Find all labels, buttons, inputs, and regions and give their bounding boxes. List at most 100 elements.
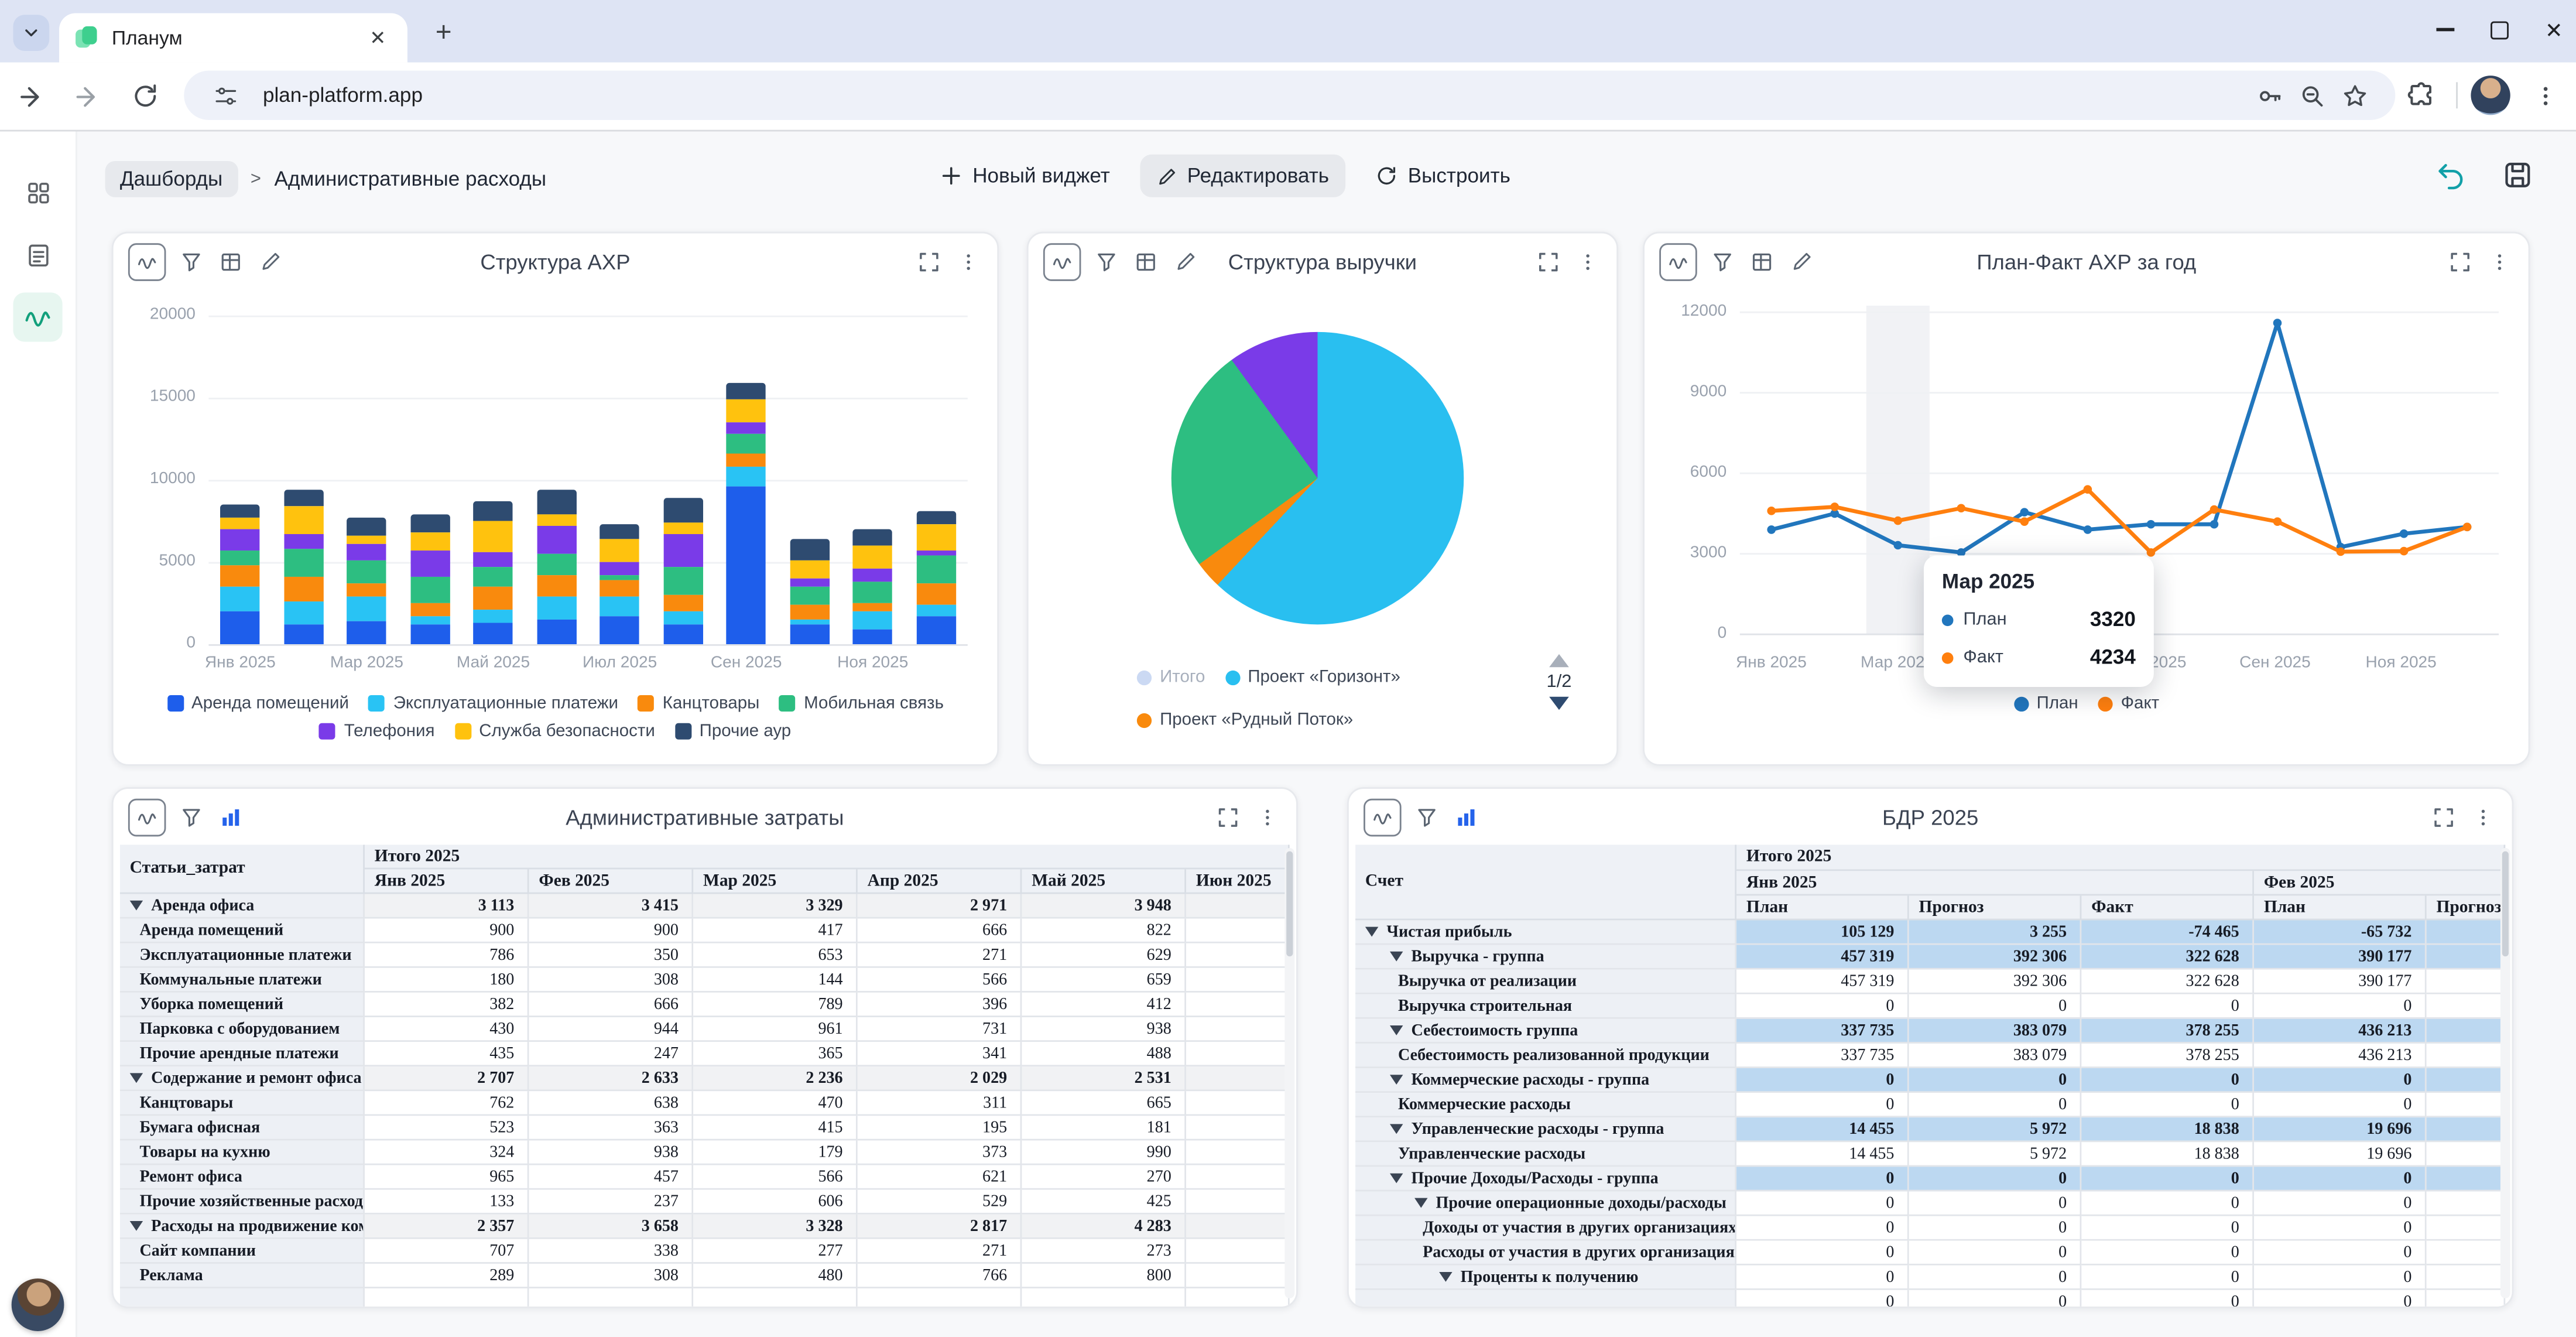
stacked-bar-chart[interactable]: 05000100001500020000Янв 2025Мар 2025Май … [123,299,984,681]
legend-item[interactable]: Проект «Горизонт» [1225,667,1400,687]
legend-item[interactable]: Мобильная связь [779,693,944,713]
legend-item[interactable]: Канцтовары [638,693,760,713]
browser-menu-icon[interactable] [2523,74,2566,117]
collapse-arrow-icon[interactable] [130,1221,143,1231]
browser-tab[interactable]: Планум ✕ [59,13,407,62]
filter-icon[interactable] [1708,247,1736,275]
table-row[interactable]: Себестоимость группа337 735383 079378 25… [1355,1019,2505,1044]
widget-menu-icon[interactable] [1574,247,1602,275]
table-row[interactable]: Прочие Доходы/Расходы - группа0000 [1355,1167,2505,1191]
header-month[interactable]: Апр 2025 [858,869,1022,894]
undo-button[interactable] [2435,159,2466,190]
window-minimize-button[interactable] [2437,28,2455,30]
expand-icon[interactable] [2446,247,2474,275]
expand-icon[interactable] [2430,803,2458,831]
bar-column[interactable] [778,316,841,644]
save-layout-button[interactable] [2502,159,2533,190]
header-period[interactable]: Янв 2025 [1736,871,2254,895]
forward-button[interactable] [66,73,112,119]
legend-item[interactable]: Служба безопасности [454,721,655,741]
filter-icon[interactable] [177,803,205,831]
legend-item[interactable]: Эксплуатационные платежи [369,693,618,713]
header-measure[interactable]: План [1736,895,1909,920]
expand-icon[interactable] [1214,803,1242,831]
table-row[interactable]: Прочие операционные доходы/расходы0000 [1355,1191,2505,1216]
collapse-arrow-icon[interactable] [1439,1272,1452,1282]
table-row[interactable]: Аренда офиса3 1133 4153 3292 9713 948 [120,894,1290,919]
table-view-icon[interactable] [217,247,245,275]
chart-type-icon[interactable] [128,242,166,281]
header-period[interactable]: Фев 2025 [2254,871,2505,895]
widget-menu-icon[interactable] [954,247,982,275]
legend-item[interactable]: Телефония [320,721,435,741]
legend-item[interactable]: Итого [1137,667,1205,687]
edit-button[interactable]: Редактировать [1139,155,1345,197]
bar-chart-icon[interactable] [1453,803,1481,831]
chart-type-icon[interactable] [128,798,166,836]
bar-column[interactable] [462,316,525,644]
edit-widget-icon[interactable] [1171,247,1200,275]
chart-type-icon[interactable] [1364,798,1402,836]
collapse-arrow-icon[interactable] [1365,927,1378,937]
table-row[interactable]: Коммерческие расходы - группа0000 [1355,1068,2505,1093]
back-button[interactable] [10,73,56,119]
table-row[interactable]: Чистая прибыль105 1293 255-74 465-65 732 [1355,920,2505,945]
table-scrollbar[interactable] [1284,848,1294,1298]
user-avatar[interactable] [12,1278,64,1331]
header-month[interactable]: Май 2025 [1022,869,1186,894]
bookmark-star-icon[interactable] [2333,74,2376,117]
bar-column[interactable] [398,316,461,644]
filter-icon[interactable] [177,247,205,275]
collapse-arrow-icon[interactable] [130,901,143,911]
bar-plot[interactable] [208,316,967,644]
header-month[interactable]: Мар 2025 [693,869,858,894]
chart-type-icon[interactable] [1659,242,1697,281]
table-row[interactable]: Проценты к получению0000 [1355,1266,2505,1290]
widget-menu-icon[interactable] [2486,247,2514,275]
collapse-arrow-icon[interactable] [1390,1025,1403,1035]
table-row[interactable]: Содержание и ремонт офиса2 7072 6332 236… [120,1066,1290,1091]
legend-item[interactable]: Прочие аур [675,721,792,741]
header-measure[interactable]: Прогноз [1909,895,2082,920]
table-row[interactable]: Выручка - группа457 319392 306322 628390… [1355,945,2505,970]
collapse-arrow-icon[interactable] [1414,1198,1427,1208]
collapse-arrow-icon[interactable] [1390,952,1403,962]
sidebar-item-dashboards[interactable] [13,292,62,341]
widget-menu-icon[interactable] [1253,803,1282,831]
sidebar-item-documents[interactable] [13,230,62,279]
window-maximize-button[interactable] [2491,20,2509,39]
breadcrumb-dashboards[interactable]: Дашборды [105,161,238,197]
expand-icon[interactable] [915,247,943,275]
bar-column[interactable] [905,316,968,644]
site-settings-icon[interactable] [204,74,246,117]
zoom-out-icon[interactable] [2290,74,2333,117]
password-key-icon[interactable] [2248,74,2290,117]
collapse-arrow-icon[interactable] [1390,1174,1403,1184]
header-measure[interactable]: Прогноз [2427,895,2506,920]
bar-column[interactable] [841,316,905,644]
bdr-table[interactable]: СчетИтого 2025Янв 2025Фев 2025ПланПрогно… [1355,844,2505,1307]
table-view-icon[interactable] [1132,247,1160,275]
filter-icon[interactable] [1092,247,1121,275]
legend-item[interactable]: Аренда помещений [167,693,349,713]
header-measure[interactable]: Факт [2081,895,2254,920]
profile-avatar[interactable] [2471,76,2510,115]
expand-icon[interactable] [1534,247,1563,275]
bar-column[interactable] [208,316,272,644]
collapse-arrow-icon[interactable] [130,1073,143,1083]
chart-type-icon[interactable] [1043,242,1081,281]
bar-column[interactable] [525,316,588,644]
bar-chart-icon[interactable] [217,803,245,831]
tab-search-button[interactable] [13,15,49,51]
url-bar[interactable]: plan-platform.app [184,71,2395,120]
extensions-icon[interactable] [2400,74,2443,117]
admin-costs-table[interactable]: Статьи_затратИтого 2025Янв 2025Фев 2025М… [120,844,1290,1307]
edit-widget-icon[interactable] [1787,247,1815,275]
bar-column[interactable] [715,316,778,644]
pager-down-icon[interactable] [1549,697,1569,710]
filter-icon[interactable] [1413,803,1441,831]
table-row[interactable]: Расходы на продвижение компании2 3573 65… [120,1215,1290,1239]
table-scrollbar[interactable] [2500,848,2510,1298]
collapse-arrow-icon[interactable] [1390,1075,1403,1085]
bar-column[interactable] [272,316,335,644]
